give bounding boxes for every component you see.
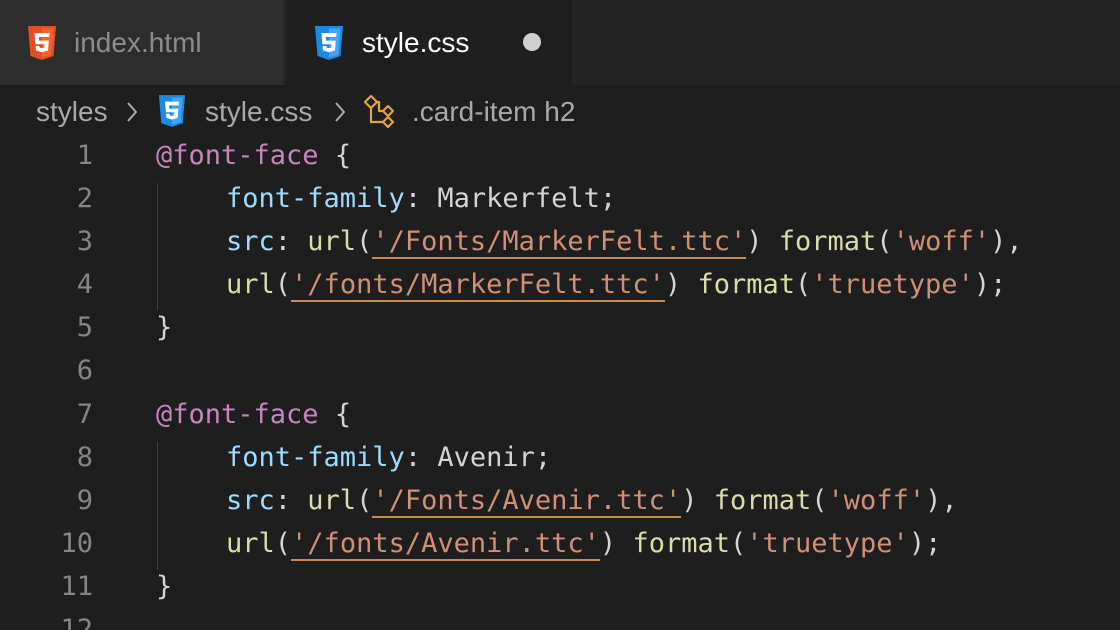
code-line[interactable]: 11 }: [0, 566, 1120, 609]
code-line[interactable]: 2 font-family: Markerfelt;: [0, 178, 1120, 221]
code-line[interactable]: 3 src: url('/Fonts/MarkerFelt.ttc') form…: [0, 221, 1120, 264]
line-content: }: [156, 571, 173, 602]
code-line[interactable]: 5 }: [0, 307, 1120, 350]
string-warning-squiggle: '/Fonts/MarkerFelt.ttc': [372, 226, 747, 259]
tab-index-html[interactable]: index.html: [0, 0, 284, 85]
breadcrumb-file[interactable]: style.css: [205, 96, 312, 128]
chevron-right-icon: [127, 102, 138, 122]
line-content: url('/fonts/MarkerFelt.ttc') format('tru…: [226, 269, 1007, 302]
line-content: url('/fonts/Avenir.ttc') format('truetyp…: [226, 528, 942, 561]
editor-window: index.html style.css styles style.css .c…: [0, 0, 1120, 630]
line-number: 12: [60, 614, 93, 630]
string-warning-squiggle: '/Fonts/Avenir.ttc': [372, 485, 682, 518]
line-number: 4: [76, 269, 93, 300]
code-editor[interactable]: 1 @font-face { 2 font-family: Markerfelt…: [0, 135, 1120, 630]
code-line[interactable]: 4 url('/fonts/MarkerFelt.ttc') format('t…: [0, 264, 1120, 307]
line-number: 7: [76, 399, 93, 430]
tab-label: style.css: [362, 27, 470, 58]
html5-icon: [28, 26, 56, 60]
code-line[interactable]: 12: [0, 609, 1120, 630]
tab-bar: index.html style.css: [0, 0, 1120, 85]
line-number: 1: [76, 140, 93, 171]
line-number: 10: [60, 528, 93, 559]
code-line[interactable]: 9 src: url('/Fonts/Avenir.ttc') format('…: [0, 480, 1120, 523]
line-number: 2: [76, 183, 93, 214]
code-line[interactable]: 1 @font-face {: [0, 135, 1120, 178]
unsaved-changes-dot[interactable]: [523, 33, 541, 51]
string-warning-squiggle: '/fonts/MarkerFelt.ttc': [291, 269, 665, 302]
line-content: font-family: Avenir;: [226, 442, 552, 473]
line-content: font-family: Markerfelt;: [226, 183, 617, 214]
line-number: 11: [60, 571, 93, 602]
breadcrumb-folder[interactable]: styles: [36, 96, 108, 128]
line-content: @font-face {: [156, 399, 352, 430]
tab-style-css[interactable]: style.css: [286, 0, 572, 85]
code-line[interactable]: 6: [0, 350, 1120, 393]
line-number: 6: [76, 355, 93, 386]
code-line[interactable]: 10 url('/fonts/Avenir.ttc') format('true…: [0, 523, 1120, 566]
tab-label: index.html: [74, 27, 202, 58]
line-number: 5: [76, 312, 93, 343]
line-content: }: [156, 312, 173, 343]
line-content: src: url('/Fonts/MarkerFelt.ttc') format…: [226, 226, 1023, 259]
css3-icon: [158, 95, 186, 127]
code-line[interactable]: 8 font-family: Avenir;: [0, 437, 1120, 480]
code-line[interactable]: 7 @font-face {: [0, 394, 1120, 437]
breadcrumb-symbol[interactable]: .card-item h2: [412, 96, 575, 128]
line-number: 9: [76, 485, 93, 516]
line-number: 3: [76, 226, 93, 257]
symbol-class-icon: [363, 94, 395, 128]
line-content: @font-face {: [156, 140, 352, 171]
chevron-right-icon: [335, 102, 346, 122]
string-warning-squiggle: '/fonts/Avenir.ttc': [291, 528, 600, 561]
css3-icon: [315, 26, 343, 60]
line-content: src: url('/Fonts/Avenir.ttc') format('wo…: [226, 485, 958, 518]
line-number: 8: [76, 442, 93, 473]
breadcrumb: styles style.css .card-item h2: [0, 85, 1120, 137]
